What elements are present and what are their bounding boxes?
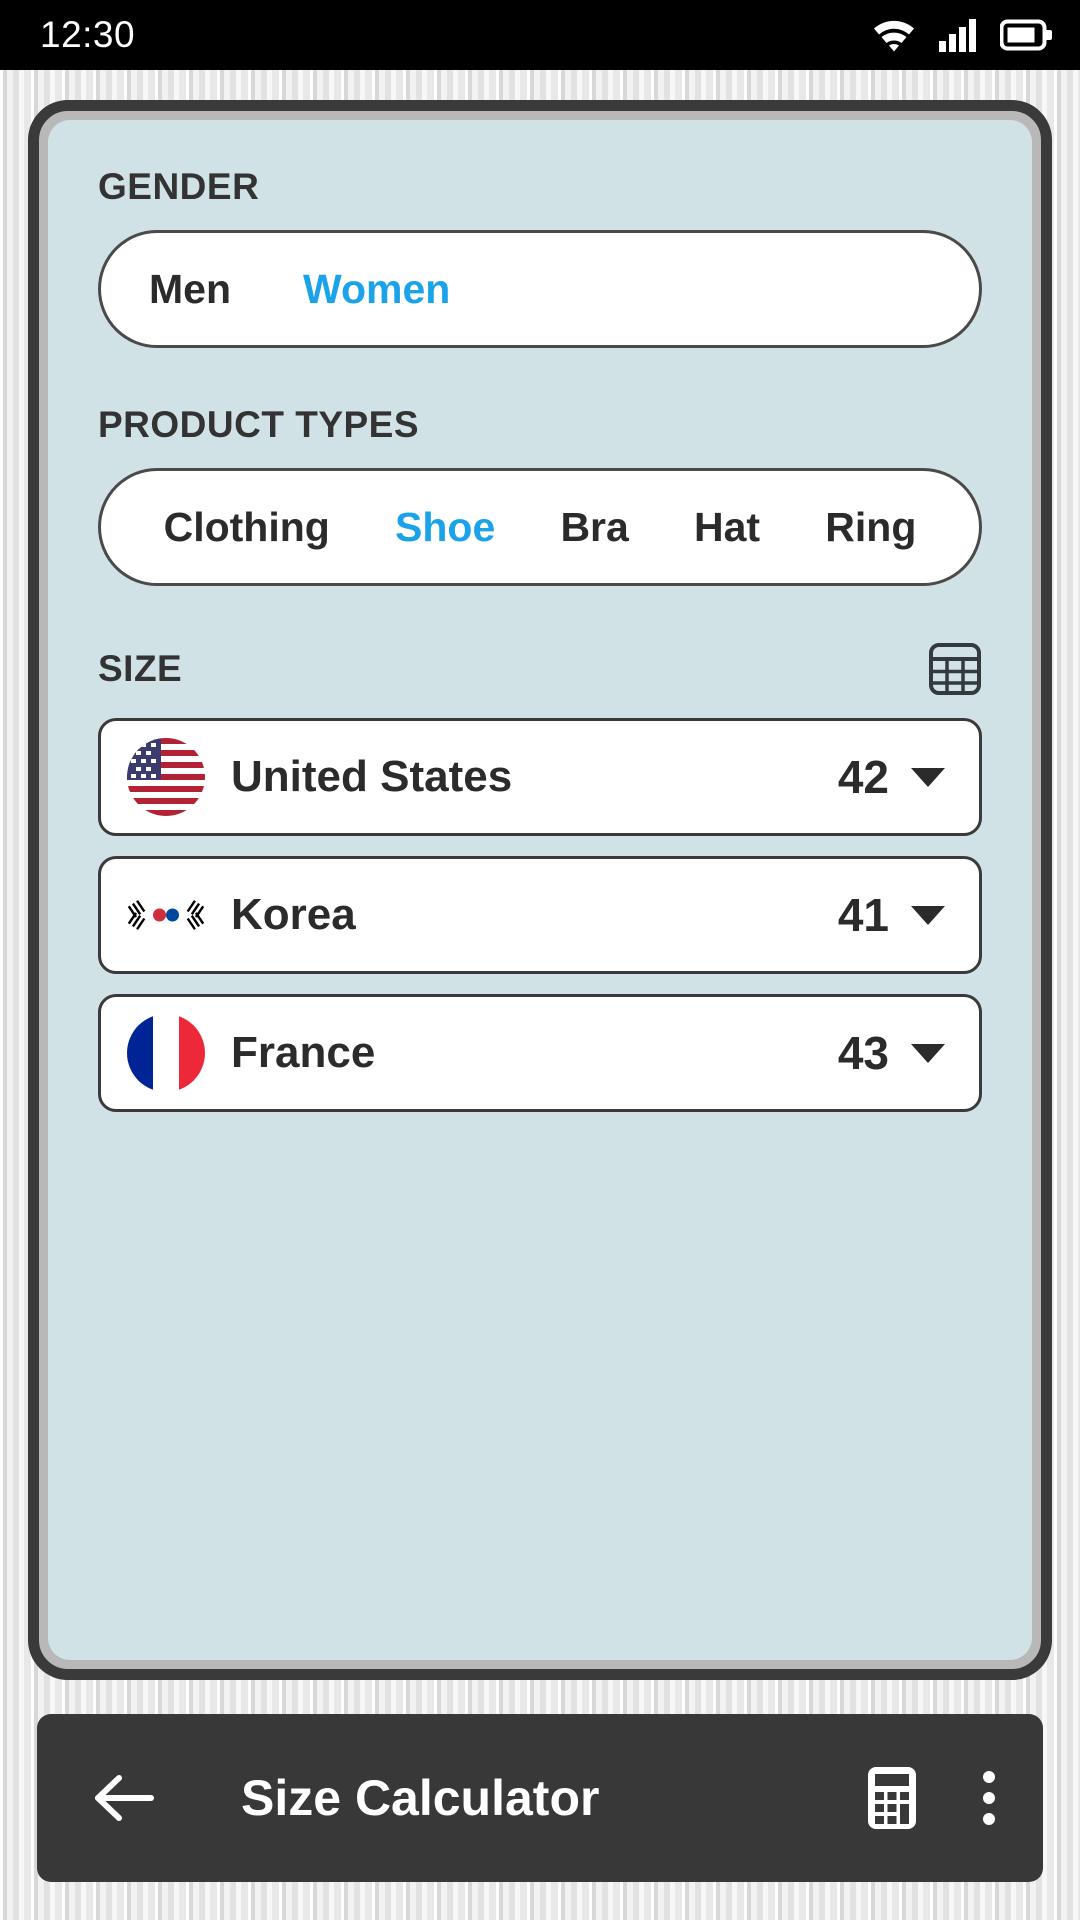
toolbar-actions	[867, 1766, 995, 1830]
product-type-option-bra[interactable]: Bra	[560, 504, 628, 551]
size-row-united-states[interactable]: United States 42	[98, 718, 982, 836]
country-name-united-states: United States	[231, 752, 513, 801]
product-types-selector[interactable]: Clothing Shoe Bra Hat Ring	[98, 468, 982, 586]
flag-us-icon	[127, 738, 205, 816]
battery-icon	[1000, 19, 1052, 51]
size-section-label: SIZE	[98, 648, 183, 689]
more-vertical-icon[interactable]	[983, 1771, 995, 1825]
gender-option-men[interactable]: Men	[149, 266, 231, 313]
status-bar: 12:30	[0, 0, 1080, 70]
size-table-icon[interactable]	[928, 642, 982, 696]
calculator-icon[interactable]	[867, 1766, 917, 1830]
size-value-korea: 41	[837, 889, 889, 941]
dot	[983, 1813, 995, 1825]
dot	[983, 1771, 995, 1783]
dot	[983, 1792, 995, 1804]
country-name-korea: Korea	[231, 890, 356, 939]
device-frame: GENDER Men Women PRODUCT TYPES Clothing …	[28, 100, 1052, 1680]
gender-option-women[interactable]: Women	[303, 266, 450, 313]
status-bar-clock: 12:30	[40, 14, 136, 55]
product-type-option-clothing[interactable]: Clothing	[164, 504, 330, 551]
toolbar-title: Size Calculator	[241, 1770, 600, 1826]
flag-kr-icon	[127, 876, 205, 954]
gender-selector[interactable]: Men Women	[98, 230, 982, 348]
size-section-header: SIZE	[98, 642, 982, 696]
status-bar-icons	[872, 18, 1052, 52]
bottom-toolbar: Size Calculator	[37, 1714, 1043, 1882]
size-row-korea[interactable]: Korea 41	[98, 856, 982, 974]
product-type-option-shoe[interactable]: Shoe	[395, 504, 495, 551]
product-type-option-ring[interactable]: Ring	[825, 504, 916, 551]
back-arrow-icon[interactable]	[93, 1772, 155, 1824]
chevron-down-icon-united-states[interactable]	[911, 767, 945, 787]
chevron-down-icon-korea[interactable]	[911, 905, 945, 925]
chevron-down-icon-france[interactable]	[911, 1043, 945, 1063]
product-types-section-label: PRODUCT TYPES	[98, 404, 420, 445]
wifi-icon	[874, 20, 914, 52]
size-row-france[interactable]: France 43	[98, 994, 982, 1112]
country-name-france: France	[231, 1028, 376, 1077]
size-value-united-states: 42	[837, 751, 889, 803]
app-screen: GENDER Men Women PRODUCT TYPES Clothing …	[48, 120, 1032, 1660]
product-type-option-hat[interactable]: Hat	[694, 504, 760, 551]
flag-fr-icon	[127, 1014, 205, 1092]
cellular-signal-icon	[939, 19, 976, 52]
gender-section-label: GENDER	[98, 166, 260, 207]
size-value-france: 43	[837, 1027, 889, 1079]
